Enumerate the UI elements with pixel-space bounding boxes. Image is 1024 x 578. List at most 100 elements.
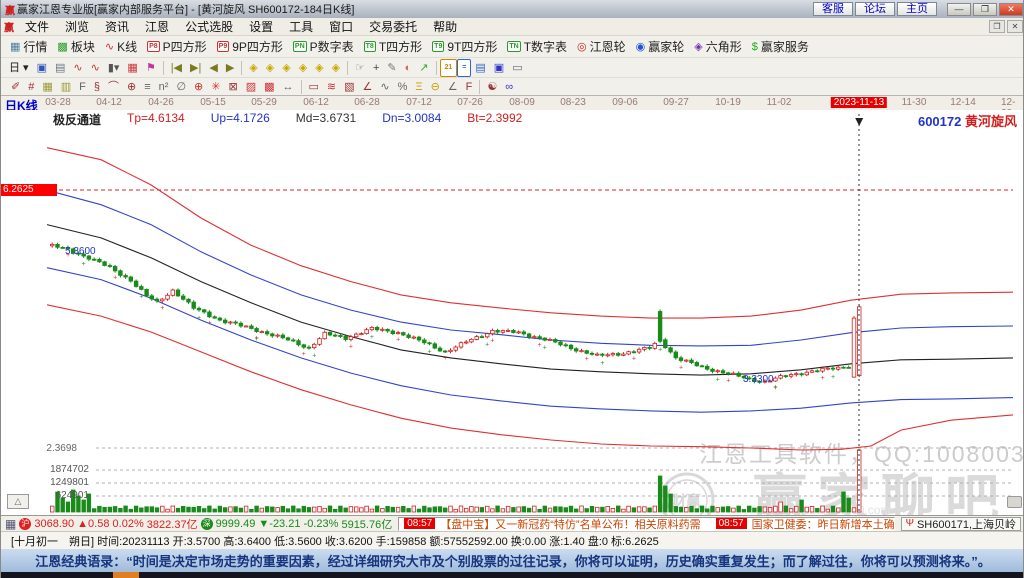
taiji-tool[interactable]: ☯ — [483, 79, 501, 95]
child-close-icon[interactable]: ✕ — [1007, 20, 1023, 33]
maximize-button[interactable]: ❐ — [973, 3, 997, 16]
diamond-tool-2[interactable]: ◈ — [262, 60, 278, 76]
half-circle-tool[interactable]: ◐ — [401, 60, 416, 76]
menu-item-9[interactable]: 帮助 — [425, 18, 465, 35]
fib-tool[interactable]: F — [75, 79, 90, 95]
save-icon[interactable]: ▣ — [490, 60, 508, 76]
prev-icon[interactable]: ◀ — [205, 60, 221, 76]
growth-icon[interactable]: ↗ — [415, 60, 432, 76]
info-panel-icon[interactable]: ▤ — [51, 60, 69, 76]
gold-section-tool[interactable]: ⊖ — [427, 79, 444, 95]
toolbar-button-p9-square[interactable]: P99P四方形 — [212, 37, 288, 57]
waves-tool[interactable]: ≋ — [323, 79, 340, 95]
menu-item-7[interactable]: 窗口 — [321, 18, 361, 35]
circle-cross-tool[interactable]: ⊕ — [123, 79, 140, 95]
first-page-icon[interactable]: |◀ — [167, 60, 186, 76]
slash-zero-tool[interactable]: ∅ — [172, 79, 190, 95]
calendar-icon[interactable]: 21 — [440, 59, 458, 77]
toolbar-button-gann-wheel[interactable]: ◎江恩轮 — [572, 37, 631, 57]
toolbar-button-quotes[interactable]: ▦行情 — [5, 37, 52, 57]
forum-button[interactable]: 论坛 — [855, 2, 895, 16]
window-layout-icon[interactable]: ▣ — [33, 60, 51, 76]
menu-item-1[interactable]: 浏览 — [57, 18, 97, 35]
toolbar-button-p-square[interactable]: P8P四方形 — [142, 37, 212, 57]
infinity-tool[interactable]: ∞ — [501, 79, 517, 95]
width-tool[interactable]: ↔ — [279, 79, 298, 95]
calculator-icon[interactable]: = — [457, 59, 471, 77]
printer-icon[interactable]: ▭ — [508, 60, 526, 76]
gann-grid-tool[interactable]: ▨ — [242, 79, 260, 95]
close-button[interactable]: ✕ — [999, 3, 1023, 16]
kline-chart[interactable]: 江恩工具软件，QQ:100800360财赢赢家聊吧liaoba.vict360.… — [1, 110, 1024, 515]
shade-tool[interactable]: ▧ — [340, 79, 358, 95]
sz-index-change: ▼-23.21 — [258, 518, 300, 530]
zigzag2-icon[interactable]: ∿ — [87, 60, 104, 76]
spiral-tool[interactable]: § — [90, 79, 104, 95]
diamond-tool-1[interactable]: ◈ — [245, 60, 261, 76]
volume-pane-expand-button[interactable]: △ — [7, 494, 29, 509]
menu-item-3[interactable]: 江恩 — [137, 18, 177, 35]
mini-quote-box[interactable]: Ψ SH600171,上海贝岭 — [901, 517, 1021, 531]
price-grid-tool[interactable]: ▦ — [38, 79, 56, 95]
flag-icon[interactable]: ⚑ — [142, 60, 160, 76]
toolbar-button-t-number-table[interactable]: TNT数字表 — [502, 37, 572, 57]
burst-tool[interactable]: ✳ — [207, 79, 224, 95]
toolbar-button-sectors[interactable]: ▩板块 — [52, 37, 99, 57]
news-ticker[interactable]: 08:57【盘中宝】又一新冠药“特仿”名单公布！相关原料药需08:57国家卫健委… — [398, 517, 894, 531]
menu-item-5[interactable]: 设置 — [241, 18, 281, 35]
t9-square-icon: T9 — [432, 41, 444, 52]
ruler-tool[interactable]: ∠ — [444, 79, 462, 95]
menu-item-6[interactable]: 工具 — [281, 18, 321, 35]
svg-text:+: + — [716, 376, 720, 383]
notes-icon[interactable]: ▤ — [471, 60, 489, 76]
percent-tool[interactable]: % — [394, 79, 412, 95]
red-grid-icon[interactable]: ▦ — [123, 60, 141, 76]
next-icon[interactable]: ▶ — [222, 60, 238, 76]
chart-scroll-thumb[interactable] — [1007, 496, 1022, 508]
diamond-tool-3[interactable]: ◈ — [278, 60, 294, 76]
target-tool[interactable]: ⊕ — [190, 79, 207, 95]
rect-tool[interactable]: ▭ — [305, 79, 323, 95]
toolbar-button-winner-wheel[interactable]: ◉赢家轮 — [631, 37, 690, 57]
child-restore-icon[interactable]: ❐ — [989, 20, 1005, 33]
menu-item-8[interactable]: 交易委托 — [361, 18, 425, 35]
minimize-button[interactable]: — — [947, 3, 971, 16]
box-x-tool[interactable]: ⊠ — [224, 79, 241, 95]
toolbar-button-p-number-table[interactable]: PNP数字表 — [288, 37, 359, 57]
diamond-tool-5[interactable]: ◈ — [311, 60, 327, 76]
sine-tool[interactable]: ∿ — [376, 79, 393, 95]
pencil-tool[interactable]: ✐ — [7, 79, 24, 95]
gann-wheel-label: 江恩轮 — [590, 38, 626, 55]
winner-wheel-label: 赢家轮 — [648, 38, 684, 55]
square-of-nine-tool[interactable]: n² — [155, 79, 173, 95]
menu-item-4[interactable]: 公式选股 — [177, 18, 241, 35]
zigzag-icon[interactable]: ∿ — [69, 60, 86, 76]
hand-tool[interactable]: ☞ — [351, 60, 369, 76]
service-button[interactable]: 客服 — [813, 2, 853, 16]
menu-item-0[interactable]: 文件 — [17, 18, 57, 35]
diamond-tool-6[interactable]: ◈ — [328, 60, 344, 76]
home-button[interactable]: 主页 — [897, 2, 937, 16]
svg-text:+: + — [600, 360, 604, 367]
menu-item-2[interactable]: 资讯 — [97, 18, 137, 35]
time-grid-tool[interactable]: ▥ — [57, 79, 75, 95]
angle-grid-tool[interactable]: # — [24, 79, 38, 95]
keypad-icon[interactable]: ▦ — [5, 517, 16, 531]
lines-tool[interactable]: ≡ — [140, 79, 154, 95]
toolbar-button-winner-service[interactable]: $赢家服务 — [747, 37, 814, 57]
crosshair-tool[interactable]: + — [369, 60, 383, 76]
toolbar-button-hexagon[interactable]: ◈六角形 — [689, 37, 746, 57]
arc-tool[interactable]: ⌒ — [104, 79, 123, 95]
toolbar-button-t-square[interactable]: T8T四方形 — [359, 37, 428, 57]
toolbar-button-kline[interactable]: ∿K线 — [100, 37, 142, 57]
net-grid-tool[interactable]: ▩ — [260, 79, 278, 95]
last-page-icon[interactable]: ▶| — [186, 60, 205, 76]
f-angle-tool[interactable]: F — [462, 79, 477, 95]
pen-tool[interactable]: ✎ — [383, 60, 400, 76]
diamond-tool-4[interactable]: ◈ — [295, 60, 311, 76]
percent-levels-tool[interactable]: Ξ — [411, 79, 426, 95]
toolbar-button-t9-square[interactable]: T99T四方形 — [427, 37, 502, 57]
candle-style-dropdown[interactable]: ▮▾ — [104, 60, 124, 76]
period-day-selector[interactable]: 日 ▾ — [5, 60, 33, 76]
angle-tool[interactable]: ∠ — [359, 79, 377, 95]
